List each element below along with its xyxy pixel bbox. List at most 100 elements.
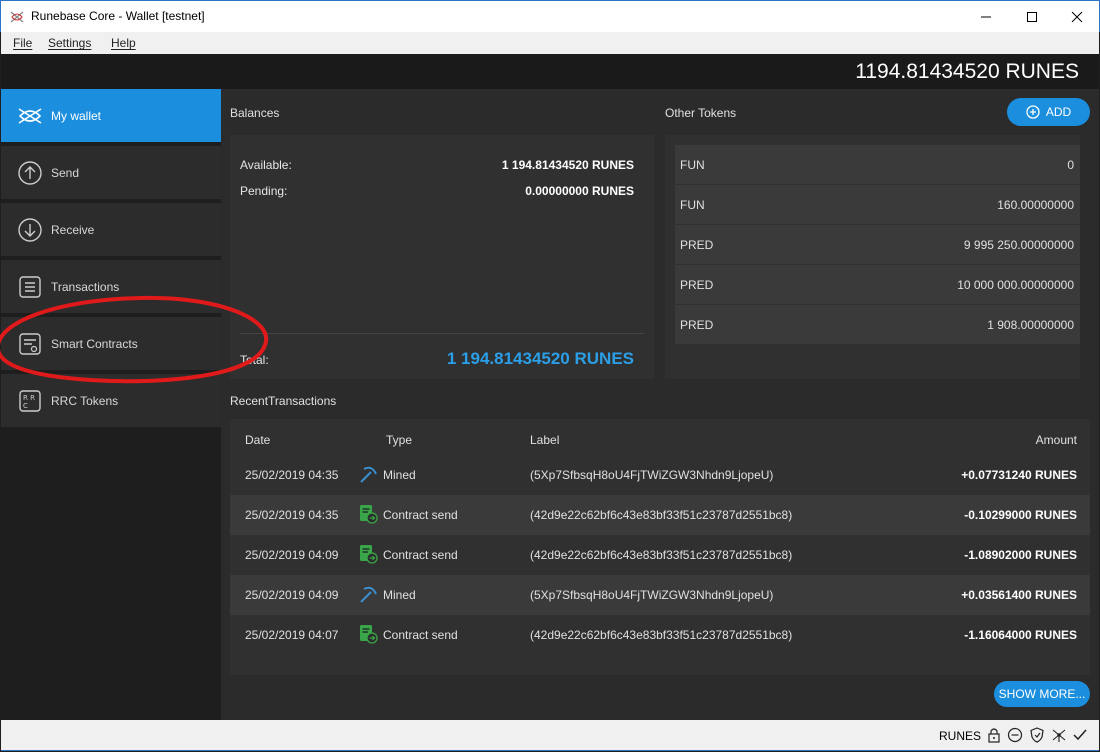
sidebar: My wallet Send Receive Transactions Smar… bbox=[1, 89, 221, 720]
sidebar-item-label: Transactions bbox=[51, 280, 120, 294]
main-content: Balances Available: 1 194.81434520 RUNES… bbox=[221, 89, 1099, 720]
tx-date: 25/02/2019 04:09 bbox=[245, 548, 339, 562]
svg-text:R R: R R bbox=[23, 394, 35, 402]
tx-type: Contract send bbox=[383, 508, 458, 522]
token-row[interactable]: PRED 9 995 250.00000000 bbox=[675, 225, 1080, 265]
window-title: Runebase Core - Wallet [testnet] bbox=[31, 9, 205, 23]
column-header-label: Label bbox=[530, 433, 560, 447]
sidebar-item-my-wallet[interactable]: My wallet bbox=[1, 89, 221, 144]
tx-date: 25/02/2019 04:07 bbox=[245, 628, 339, 642]
unit-selector[interactable]: RUNES bbox=[939, 729, 981, 743]
token-balance: 9 995 250.00000000 bbox=[963, 238, 1074, 252]
tx-amount: -1.08902000 RUNES bbox=[964, 548, 1077, 562]
sidebar-item-transactions[interactable]: Transactions bbox=[1, 260, 221, 315]
sidebar-item-label: Smart Contracts bbox=[51, 337, 138, 351]
token-row[interactable]: PRED 1 908.00000000 bbox=[675, 305, 1080, 345]
menu-bar: File Settings Help bbox=[1, 32, 1099, 54]
balance-header: 1194.81434520 RUNES bbox=[1, 54, 1099, 89]
available-value: 1 194.81434520 RUNES bbox=[501, 158, 634, 172]
shield-icon[interactable] bbox=[1029, 727, 1045, 743]
token-name: FUN bbox=[680, 158, 705, 172]
network-icon[interactable] bbox=[1051, 727, 1067, 743]
pending-value: 0.00000000 RUNES bbox=[525, 184, 634, 198]
sidebar-item-label: Send bbox=[51, 166, 80, 180]
tx-date: 25/02/2019 04:35 bbox=[245, 508, 339, 522]
maximize-button[interactable] bbox=[1009, 1, 1055, 33]
total-label: Total: bbox=[240, 353, 269, 367]
add-token-button[interactable]: ADD bbox=[1007, 98, 1090, 126]
title-bar: Runebase Core - Wallet [testnet] bbox=[0, 0, 1100, 32]
token-balance: 160.00000000 bbox=[997, 198, 1074, 212]
contract-send-icon bbox=[360, 625, 378, 644]
checkmark-icon bbox=[1073, 729, 1087, 741]
menu-help[interactable]: Help bbox=[111, 36, 136, 50]
sidebar-item-rrc-tokens[interactable]: R R C RRC Tokens bbox=[1, 374, 221, 429]
token-balance: 0 bbox=[1067, 158, 1074, 172]
menu-file[interactable]: File bbox=[13, 36, 32, 50]
close-button[interactable] bbox=[1054, 1, 1100, 33]
app-logo-icon bbox=[10, 11, 24, 23]
pending-label: Pending: bbox=[240, 184, 288, 198]
minimize-icon bbox=[981, 16, 991, 18]
tx-label: (42d9e22c62bf6c43e83bf33f51c23787d2551bc… bbox=[530, 628, 793, 642]
token-balance: 10 000 000.00000000 bbox=[957, 278, 1074, 292]
tx-type: Contract send bbox=[383, 628, 458, 642]
column-header-type: Type bbox=[386, 433, 413, 447]
table-row[interactable]: 25/02/2019 04:35 Mined (5Xp7SfbsqH8oU4Fj… bbox=[230, 455, 1090, 495]
tx-label: (42d9e22c62bf6c43e83bf33f51c23787d2551bc… bbox=[530, 548, 793, 562]
token-row[interactable]: FUN 160.00000000 bbox=[675, 185, 1080, 225]
tx-amount: -0.10299000 RUNES bbox=[964, 508, 1077, 522]
minus-circle-icon[interactable] bbox=[1007, 727, 1023, 743]
available-label: Available: bbox=[240, 158, 292, 172]
recent-transactions-table: Date Type Label Amount 25/02/2019 04:35 … bbox=[230, 419, 1090, 675]
arrow-up-circle-icon bbox=[18, 161, 42, 185]
sidebar-item-label: RRC Tokens bbox=[51, 394, 119, 408]
wallet-icon bbox=[18, 108, 42, 124]
pickaxe-icon bbox=[360, 586, 377, 603]
sidebar-item-smart-contracts[interactable]: Smart Contracts bbox=[1, 317, 221, 372]
tx-date: 25/02/2019 04:09 bbox=[245, 588, 339, 602]
lock-icon[interactable] bbox=[986, 727, 1002, 743]
maximize-icon bbox=[1027, 12, 1037, 22]
table-row[interactable]: 25/02/2019 04:09 Mined (5Xp7SfbsqH8oU4Fj… bbox=[230, 575, 1090, 615]
sidebar-item-receive[interactable]: Receive bbox=[1, 203, 221, 258]
status-bar: RUNES bbox=[1, 720, 1099, 751]
token-row[interactable]: FUN 0 bbox=[675, 145, 1080, 185]
tx-amount: +0.07731240 RUNES bbox=[961, 468, 1077, 482]
add-token-label: ADD bbox=[1045, 105, 1072, 119]
minimize-button[interactable] bbox=[963, 1, 1009, 33]
close-icon bbox=[1071, 11, 1083, 23]
list-icon bbox=[19, 276, 41, 298]
tx-type: Mined bbox=[383, 468, 416, 482]
table-row[interactable]: 25/02/2019 04:35 Contract send (42d9e22c… bbox=[230, 495, 1090, 535]
table-row[interactable]: 25/02/2019 04:07 Contract send (42d9e22c… bbox=[230, 615, 1090, 655]
tx-label: (5Xp7SfbsqH8oU4FjTWiZGW3Nhdn9LjopeU) bbox=[530, 588, 774, 602]
column-header-date: Date bbox=[245, 433, 271, 447]
rrc-token-icon: R R C bbox=[19, 390, 41, 412]
balances-panel: Available: 1 194.81434520 RUNES Pending:… bbox=[230, 135, 654, 379]
tx-date: 25/02/2019 04:35 bbox=[245, 468, 339, 482]
contract-send-icon bbox=[360, 545, 378, 564]
balances-divider bbox=[240, 333, 644, 334]
tx-type: Mined bbox=[383, 588, 416, 602]
tx-type: Contract send bbox=[383, 548, 458, 562]
svg-text:C: C bbox=[23, 402, 28, 410]
token-row[interactable]: PRED 10 000 000.00000000 bbox=[675, 265, 1080, 305]
token-balance: 1 908.00000000 bbox=[987, 318, 1074, 332]
other-tokens-panel: FUN 0 FUN 160.00000000 PRED 9 995 250.00… bbox=[665, 135, 1080, 379]
table-row[interactable]: 25/02/2019 04:09 Contract send (42d9e22c… bbox=[230, 535, 1090, 575]
recent-transactions-title: RecentTransactions bbox=[230, 394, 337, 408]
pickaxe-icon bbox=[360, 466, 377, 483]
token-name: PRED bbox=[680, 318, 714, 332]
show-more-button[interactable]: SHOW MORE... bbox=[994, 681, 1090, 707]
sidebar-item-label: Receive bbox=[51, 223, 95, 237]
menu-settings[interactable]: Settings bbox=[48, 36, 91, 50]
sidebar-item-send[interactable]: Send bbox=[1, 146, 221, 201]
header-balance: 1194.81434520 RUNES bbox=[855, 60, 1079, 83]
tx-label: (42d9e22c62bf6c43e83bf33f51c23787d2551bc… bbox=[530, 508, 793, 522]
other-tokens-title: Other Tokens bbox=[665, 106, 737, 120]
arrow-down-circle-icon bbox=[18, 218, 42, 242]
sidebar-item-label: My wallet bbox=[51, 109, 102, 123]
tx-label: (5Xp7SfbsqH8oU4FjTWiZGW3Nhdn9LjopeU) bbox=[530, 468, 774, 482]
column-header-amount: Amount bbox=[1035, 433, 1077, 447]
